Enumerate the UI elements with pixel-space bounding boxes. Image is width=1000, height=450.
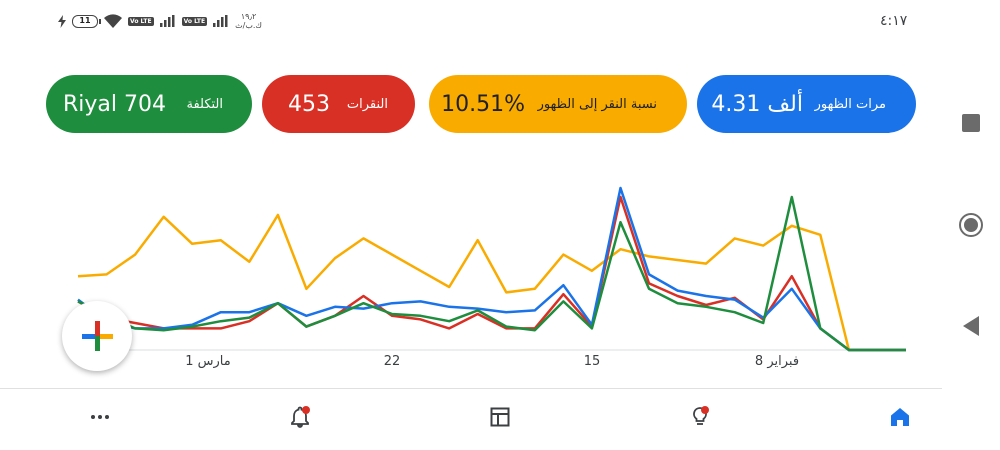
impressions-metric[interactable]: مرات الظهور 4.31 ألف xyxy=(697,75,916,133)
x-tick-label: 15 xyxy=(583,354,601,369)
signal-icon xyxy=(159,15,176,27)
plus-icon xyxy=(82,321,113,351)
back-icon xyxy=(963,316,979,336)
back-button[interactable] xyxy=(958,313,984,339)
battery-icon: 11 xyxy=(72,14,101,28)
ctr-metric[interactable]: نسبة النقر إلى الظهور 10.51% xyxy=(429,75,687,133)
recent-apps-button[interactable] xyxy=(958,110,984,136)
cost-metric[interactable]: التكلفة Riyal 704 xyxy=(46,75,252,133)
performance-chart[interactable]: مارس 1 22 15 فبراير 8 xyxy=(0,150,942,390)
system-navigation xyxy=(942,0,1000,450)
chart-svg xyxy=(77,186,906,352)
series-line-1 xyxy=(77,195,906,352)
nav-notifications[interactable] xyxy=(288,405,312,429)
more-icon xyxy=(91,415,109,419)
clicks-value: 453 xyxy=(288,91,330,117)
nav-campaigns[interactable] xyxy=(488,405,512,429)
ctr-value: 10.51% xyxy=(441,91,525,117)
status-time: ٤:١٧ xyxy=(880,13,908,29)
status-icons: 11 Vo LTE Vo LTE ١٩٫٢ ك.ب/ث xyxy=(58,11,262,31)
home-circle-icon xyxy=(959,213,983,237)
status-bar: 11 Vo LTE Vo LTE ١٩٫٢ ك.ب/ث ٤:١٧ xyxy=(0,0,942,40)
network-speed-value: ١٩٫٢ xyxy=(240,12,257,21)
x-tick-label: 22 xyxy=(383,354,401,369)
impressions-value: 4.31 ألف xyxy=(711,91,803,117)
volte-badge: Vo LTE xyxy=(128,16,154,26)
ctr-label: نسبة النقر إلى الظهور xyxy=(537,96,657,112)
clicks-metric[interactable]: النقرات 453 xyxy=(262,75,415,133)
network-speed-unit: ك.ب/ث xyxy=(235,21,263,30)
notifications-icon xyxy=(291,406,310,428)
recommendations-icon xyxy=(693,406,709,425)
campaigns-icon xyxy=(490,407,510,427)
network-speed: ١٩٫٢ ك.ب/ث xyxy=(235,12,262,30)
nav-more[interactable] xyxy=(88,405,112,429)
series-line-0 xyxy=(77,213,906,352)
x-tick-label: مارس 1 xyxy=(185,354,231,369)
series-line-3 xyxy=(77,195,906,352)
cost-value: Riyal 704 xyxy=(63,91,166,117)
cost-label: التكلفة xyxy=(186,96,223,112)
x-tick-label: فبراير 8 xyxy=(754,354,800,369)
home-button[interactable] xyxy=(958,212,984,238)
bottom-navigation xyxy=(0,388,942,450)
recent-apps-icon xyxy=(962,114,980,132)
charging-icon xyxy=(58,14,66,28)
nav-home[interactable] xyxy=(888,405,912,429)
clicks-label: النقرات xyxy=(346,96,388,112)
impressions-label: مرات الظهور xyxy=(814,96,886,112)
signal-icon-2 xyxy=(213,15,229,27)
wifi-icon xyxy=(104,14,122,28)
create-fab[interactable] xyxy=(62,301,132,371)
nav-recommendations[interactable] xyxy=(688,405,712,429)
volte-badge-2: Vo LTE xyxy=(181,16,208,26)
home-icon xyxy=(891,408,909,426)
